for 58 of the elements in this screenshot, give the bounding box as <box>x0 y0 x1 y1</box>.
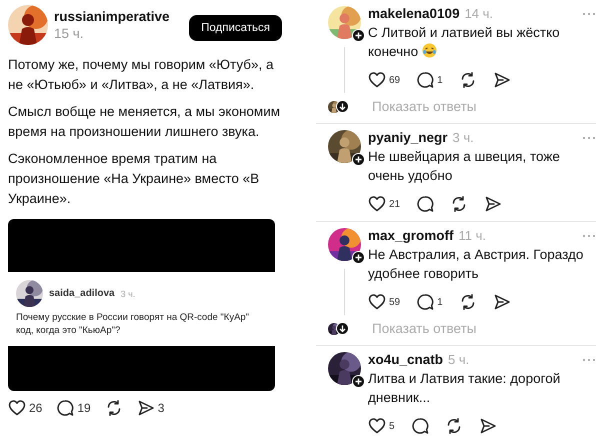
post-paragraph: Потому же, почему мы говорим «Ютуб», а не «Ютьюб» и «Литва», а не «Латвия». <box>8 56 275 94</box>
post-paragraph: Смысл вобще не меняется, а мы экономим время на произношении лишнего звука. <box>8 103 282 141</box>
comment-icon[interactable] <box>416 293 434 311</box>
follow-button[interactable]: Подписаться <box>189 15 282 41</box>
add-icon[interactable] <box>352 29 365 42</box>
count: 21 <box>389 198 400 210</box>
heart-icon[interactable] <box>368 417 386 435</box>
down-arrow-icon <box>336 100 349 112</box>
username[interactable]: russianimperative <box>54 9 170 24</box>
comment-icon[interactable] <box>56 399 74 417</box>
add-icon[interactable] <box>352 153 365 166</box>
more-icon[interactable] <box>582 136 596 140</box>
username: saida_adilova <box>49 288 115 299</box>
more-icon[interactable] <box>582 12 596 16</box>
more-icon[interactable] <box>582 358 596 362</box>
laughing-emoji-icon <box>422 43 437 58</box>
comment-icon[interactable] <box>410 417 429 435</box>
timestamp: 15 ч. <box>54 26 84 41</box>
timestamp: 11 ч. <box>458 228 486 243</box>
comment-icon[interactable] <box>416 195 434 213</box>
count: 3 <box>158 401 164 415</box>
comment-text: Не швейцария а швеция, тоже очень удобно <box>368 148 561 185</box>
timestamp: 14 ч. <box>464 6 494 21</box>
send-icon[interactable] <box>492 293 511 311</box>
post-text: Почему русские в России говорят на QR-code "КуАр" код, когда это "КьюАр"? <box>16 311 250 337</box>
count: 19 <box>77 401 91 415</box>
count: 59 <box>389 296 400 308</box>
send-icon[interactable] <box>136 399 155 417</box>
username[interactable]: xo4u_cnatb <box>368 352 444 367</box>
timestamp: 3 ч. <box>452 130 474 145</box>
send-icon[interactable] <box>492 71 511 89</box>
comment-text: С Литвой и латвией вы жёстко конечно <box>368 24 561 61</box>
count: 1 <box>437 296 443 308</box>
post-paragraph: Сэкономленное время тратим на произношение «На Украине» вместо «В Украине». <box>8 150 260 208</box>
count: 5 <box>389 420 395 432</box>
thread-line <box>344 47 346 93</box>
heart-icon[interactable] <box>8 399 26 417</box>
count: 26 <box>29 401 42 415</box>
heart-icon[interactable] <box>368 195 386 213</box>
username[interactable]: pyaniy_negr <box>368 130 448 145</box>
thread-line <box>344 269 346 315</box>
more-icon[interactable] <box>582 234 596 238</box>
add-icon[interactable] <box>352 375 365 388</box>
count: 1 <box>437 74 443 86</box>
heart-icon[interactable] <box>368 293 386 311</box>
timestamp: 3 ч. <box>120 288 136 298</box>
count: 69 <box>389 74 400 86</box>
comment-text: Литва и Латвия такие: дорогой дневник... <box>368 370 562 407</box>
send-icon[interactable] <box>484 195 502 213</box>
add-icon[interactable] <box>352 251 365 264</box>
timestamp: 5 ч. <box>448 352 470 367</box>
username[interactable]: makelena0109 <box>368 6 460 21</box>
down-arrow-icon <box>336 322 349 334</box>
comment-text: Не Австралия, а Австрия. Гораздо удобнее говорить <box>368 246 584 283</box>
comment-icon[interactable] <box>416 71 434 89</box>
heart-icon[interactable] <box>368 71 386 89</box>
send-icon[interactable] <box>478 417 497 435</box>
username[interactable]: max_gromoff <box>368 228 454 243</box>
